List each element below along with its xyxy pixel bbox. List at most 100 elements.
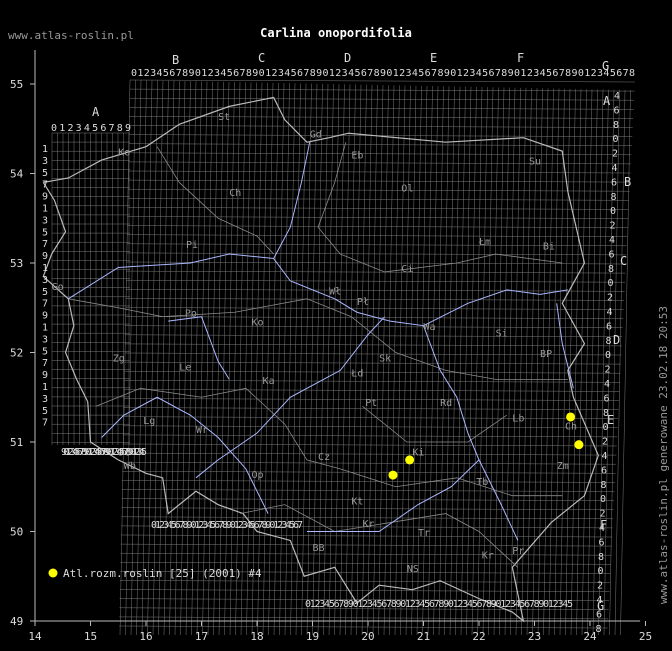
x-tick-label: 23 (528, 630, 541, 643)
grid-row-digit-right: 2 (602, 437, 608, 448)
grid-line (235, 82, 246, 636)
grid-line (122, 452, 617, 456)
grid-row-digit: 1 (42, 204, 48, 215)
grid-row-digit: 5 (42, 287, 48, 298)
x-tick-label: 18 (250, 630, 263, 643)
grid-line (576, 89, 587, 636)
grid-line (128, 161, 631, 165)
grid-row-letter: B (624, 175, 631, 189)
grid-line (127, 207, 629, 210)
grid-row-digit-right: 6 (611, 177, 617, 188)
grid-line (554, 88, 565, 636)
grid-row-digit: 5 (42, 227, 48, 238)
grid-line (163, 80, 175, 636)
grid-line (141, 80, 153, 636)
occurrence-point (566, 412, 576, 422)
region-label: Wa (424, 322, 436, 333)
grid-line (587, 89, 598, 636)
occurrence-point (574, 440, 584, 450)
grid-digits-bottom-1: 01234567890123456789012345678901234567 (151, 520, 303, 531)
grid-row-digit: 9 (42, 251, 48, 262)
grid-digits-a: 0123456789 (51, 123, 131, 134)
grid-row-digit-right: 0 (608, 278, 614, 289)
region-label: Sk (379, 353, 391, 364)
y-tick-label: 51 (10, 436, 23, 449)
grid-line (196, 81, 208, 636)
x-tick-label: 19 (306, 630, 319, 643)
region-label: Łd (350, 369, 363, 380)
region-label: Łm (478, 237, 491, 248)
grid-line (532, 88, 543, 636)
grid-row-digit: 1 (42, 144, 48, 155)
region-label: Tr (418, 528, 430, 539)
grid-line (229, 82, 241, 636)
grid-line (411, 85, 422, 636)
x-tick-label: 22 (472, 630, 485, 643)
x-tick-label: 21 (417, 630, 430, 643)
region-label: Zm (557, 461, 569, 472)
y-tick-label: 49 (10, 615, 23, 628)
grid-row-digit-right: 2 (610, 221, 616, 232)
grid-line (125, 307, 624, 310)
region-label: BP (540, 349, 552, 360)
y-tick-label: 50 (10, 526, 23, 539)
distribution-map: St Gd Eb Ol Su Ko Ch Bi Pi Łm Ci Go Wł Pł Po Ko Wa Si BP Zg… (10, 50, 652, 643)
grid-digits-bottom-2: 0123456789012345678901234567890123456789… (305, 599, 573, 610)
region-label: Zg (113, 353, 125, 364)
grid-row-digit-right: 2 (612, 149, 618, 160)
grid-line (526, 88, 538, 636)
x-tick-label: 16 (139, 630, 152, 643)
grid-row-digit-right: 8 (606, 336, 612, 347)
grid-row-digit-right: 6 (596, 609, 602, 620)
region-label: Le (179, 362, 191, 373)
y-tick-label: 53 (10, 257, 23, 270)
grid-line (537, 88, 549, 636)
grid-row-digit-right: 0 (610, 206, 616, 217)
region-label: Cz (318, 452, 330, 463)
grid-line (125, 298, 625, 301)
region-label: Ki (412, 447, 424, 458)
grid-line (460, 86, 472, 636)
grid-line (129, 97, 635, 101)
region-label: Wr (196, 425, 208, 436)
region-label: Pt (365, 398, 377, 409)
grid-row-digit: 1 (42, 323, 48, 334)
region-label: Lb (512, 413, 524, 424)
grid-row-digit: 3 (42, 215, 48, 226)
grid-line (129, 116, 634, 119)
grid-line (224, 82, 235, 636)
grid-digits-bottom-a: 9012345678901234567890123456789012345 (61, 447, 147, 458)
y-tick-label: 55 (10, 78, 23, 91)
grid-line (444, 86, 455, 636)
grid-line (174, 81, 186, 636)
grid-line (422, 86, 433, 636)
grid-line (128, 152, 632, 156)
grid-line (125, 325, 623, 328)
region-label: Wb (124, 461, 136, 472)
region-label: Pł (357, 297, 369, 308)
grid-col-letter: F (517, 51, 524, 65)
region-label: Kt (351, 497, 363, 508)
grid-line (129, 125, 633, 128)
region-label: NS (407, 564, 419, 575)
grid-row-digit-right: 8 (603, 408, 609, 419)
grid-line (471, 87, 483, 636)
region-label: Pi (186, 240, 198, 251)
grid-line (129, 107, 634, 110)
grid-line (466, 86, 477, 636)
voivodeship-border (362, 405, 507, 443)
grid-line (499, 87, 510, 636)
grid-row-digit: 7 (42, 299, 48, 310)
grid-row-digit-right: 6 (614, 105, 620, 116)
grid-line (124, 343, 622, 347)
grid-line (273, 83, 285, 636)
grid-line (120, 552, 612, 556)
grid-row-digit-right: 2 (597, 581, 603, 592)
grid-row-digit: 3 (42, 334, 48, 345)
grid-row-digit-right: 4 (609, 235, 615, 246)
grid-line (279, 83, 290, 636)
grid-line (121, 498, 615, 501)
region-label: Op (251, 470, 263, 481)
region-label: Go (52, 282, 64, 293)
grid-line (152, 80, 164, 636)
